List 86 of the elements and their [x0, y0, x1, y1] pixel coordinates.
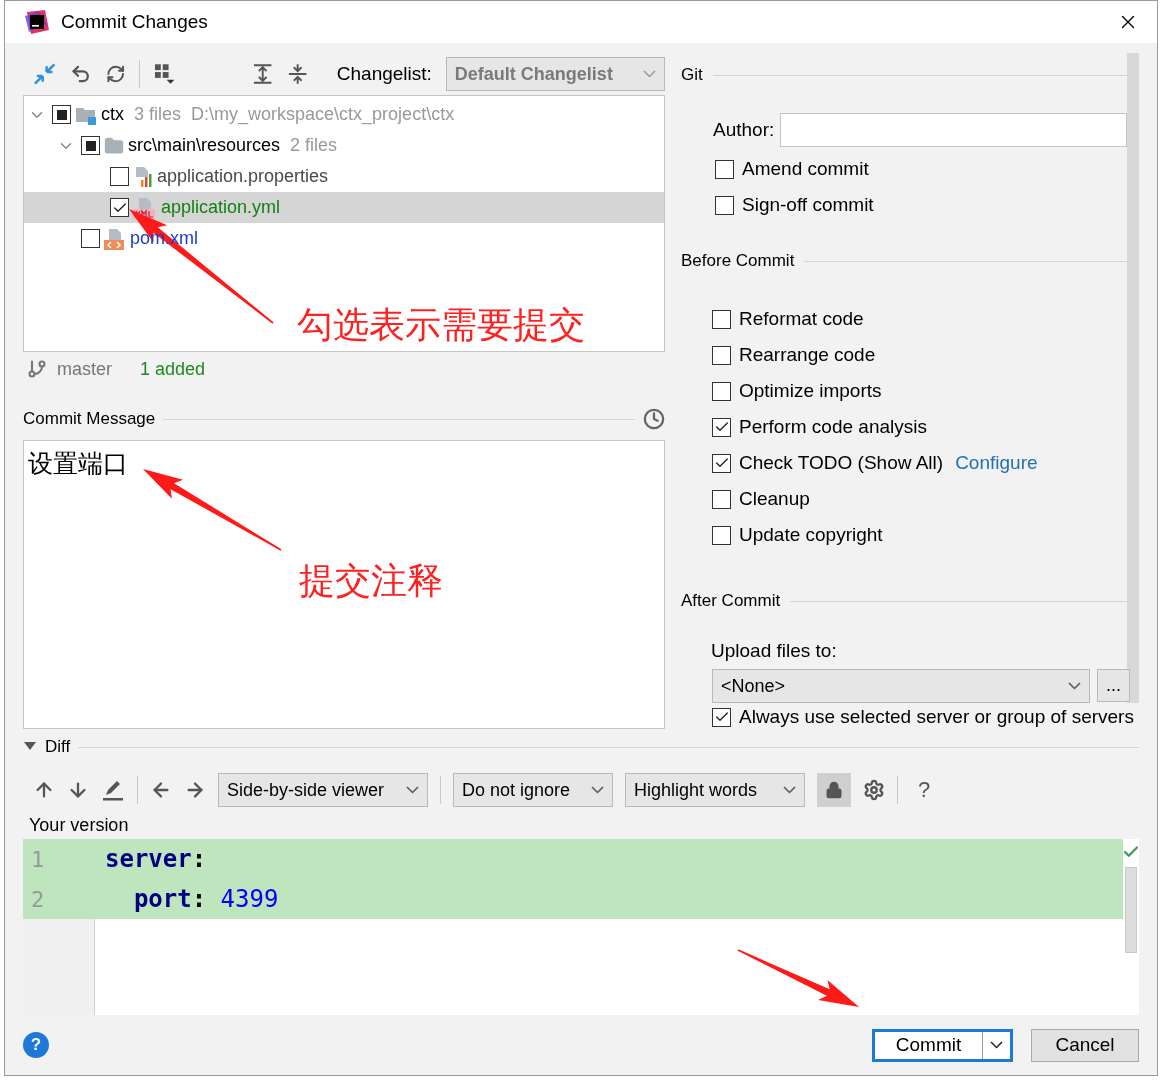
lock-button[interactable]	[817, 773, 851, 808]
file-details: D:\my_workspace\ctx_project\ctx	[191, 104, 455, 126]
configure-link[interactable]: Configure	[955, 452, 1038, 475]
file-name: application.yml	[161, 197, 281, 219]
option-label: Optimize imports	[739, 380, 882, 403]
checkbox[interactable]	[110, 198, 129, 218]
chevron-down-icon	[643, 70, 656, 79]
tree-row[interactable]: src\main\resources 2 files	[24, 130, 664, 162]
refresh-icon[interactable]	[105, 64, 126, 85]
chevron-down-icon	[990, 1041, 1003, 1050]
file-name: src\main\resources	[128, 135, 281, 157]
option-label: Update copyright	[739, 524, 883, 547]
folder-icon	[104, 135, 124, 156]
option-label: Always use selected server or group of servers	[739, 706, 1134, 729]
checkbox[interactable]	[712, 309, 731, 329]
help-button[interactable]: ?	[918, 777, 931, 804]
commit-button[interactable]: Commit	[872, 1028, 1013, 1062]
scrollbar[interactable]	[1125, 867, 1137, 954]
side-label: Your version	[28, 813, 130, 837]
settings-icon[interactable]	[863, 779, 885, 802]
branch-icon	[27, 359, 47, 380]
tree-row[interactable]: ctx 3 files D:\my_workspace\ctx_project\ctx	[24, 99, 664, 131]
checkbox[interactable]	[712, 525, 731, 545]
tree-row[interactable]: application.properties	[24, 161, 664, 193]
help-button[interactable]: ?	[23, 1032, 49, 1059]
code-line: port: 4399	[132, 885, 279, 914]
upload-label: Upload files to:	[711, 640, 837, 663]
checkbox[interactable]	[712, 345, 731, 365]
option-label: Rearrange code	[739, 344, 876, 367]
checkbox[interactable]	[712, 417, 731, 437]
code-line: server:	[104, 845, 207, 874]
edit-icon[interactable]	[101, 778, 125, 803]
changelist-label: Changelist:	[336, 63, 432, 86]
checkbox[interactable]	[52, 105, 71, 125]
highlight-dropdown[interactable]: Highlight words	[625, 773, 805, 808]
author-field[interactable]	[780, 113, 1127, 148]
scrollbar[interactable]	[1127, 53, 1139, 704]
checkbox[interactable]	[110, 167, 129, 187]
browse-button[interactable]: ...	[1097, 669, 1130, 703]
option-label: Reformat code	[739, 308, 864, 331]
option-label: Cleanup	[739, 488, 810, 511]
group-by-icon[interactable]	[154, 63, 176, 86]
file-details: 2 files	[290, 135, 338, 157]
chevron-down-icon	[591, 786, 604, 795]
history-icon[interactable]	[643, 408, 665, 431]
viewer-dropdown[interactable]: Side-by-side viewer	[218, 773, 428, 808]
option-label: Perform code analysis	[739, 416, 927, 439]
annotation-text: 提交注释	[299, 559, 443, 603]
commit-message-label: Commit Message	[23, 409, 156, 430]
section-title: After Commit	[681, 591, 781, 612]
checkbox[interactable]	[712, 489, 731, 509]
tree-row[interactable]: application.yml	[24, 192, 664, 224]
option-label: Sign-off commit	[742, 194, 874, 217]
checkbox[interactable]	[81, 229, 100, 249]
properties-file-icon	[133, 165, 153, 188]
upload-dropdown[interactable]: <None>	[712, 669, 1090, 704]
checkbox[interactable]	[81, 136, 100, 156]
branch-name: master	[57, 358, 112, 380]
window-title: Commit Changes	[61, 11, 209, 34]
file-name: ctx	[101, 104, 124, 126]
xml-file-icon	[104, 227, 126, 250]
section-title: Git	[681, 65, 703, 86]
section-title: Before Commit	[681, 251, 795, 272]
chevron-down-icon	[406, 786, 419, 795]
author-label: Author:	[713, 119, 775, 142]
section-title: Diff	[45, 737, 71, 758]
file-name: application.properties	[157, 166, 329, 188]
chevron-down-icon	[783, 786, 796, 795]
checkbox[interactable]	[715, 159, 734, 179]
checkbox[interactable]	[715, 195, 734, 215]
expand-all-icon[interactable]	[252, 63, 274, 86]
option-label: Check TODO (Show All)	[739, 452, 944, 475]
cancel-button[interactable]: Cancel	[1031, 1028, 1139, 1062]
ignore-dropdown[interactable]: Do not ignore	[453, 773, 613, 808]
option-label: Amend commit	[742, 158, 869, 181]
checkbox[interactable]	[712, 453, 731, 473]
file-details: 3 files	[134, 104, 182, 126]
checkbox[interactable]	[712, 707, 731, 727]
collapse-arrows-icon[interactable]	[33, 62, 57, 87]
chevron-down-icon	[1068, 682, 1081, 691]
changes-summary: 1 added	[140, 358, 206, 380]
collapse-all-icon[interactable]	[287, 63, 309, 86]
checkbox[interactable]	[712, 381, 731, 401]
app-logo-icon	[25, 10, 49, 35]
lock-icon	[825, 781, 843, 800]
annotation-text: 勾选表示需要提交	[297, 303, 585, 347]
